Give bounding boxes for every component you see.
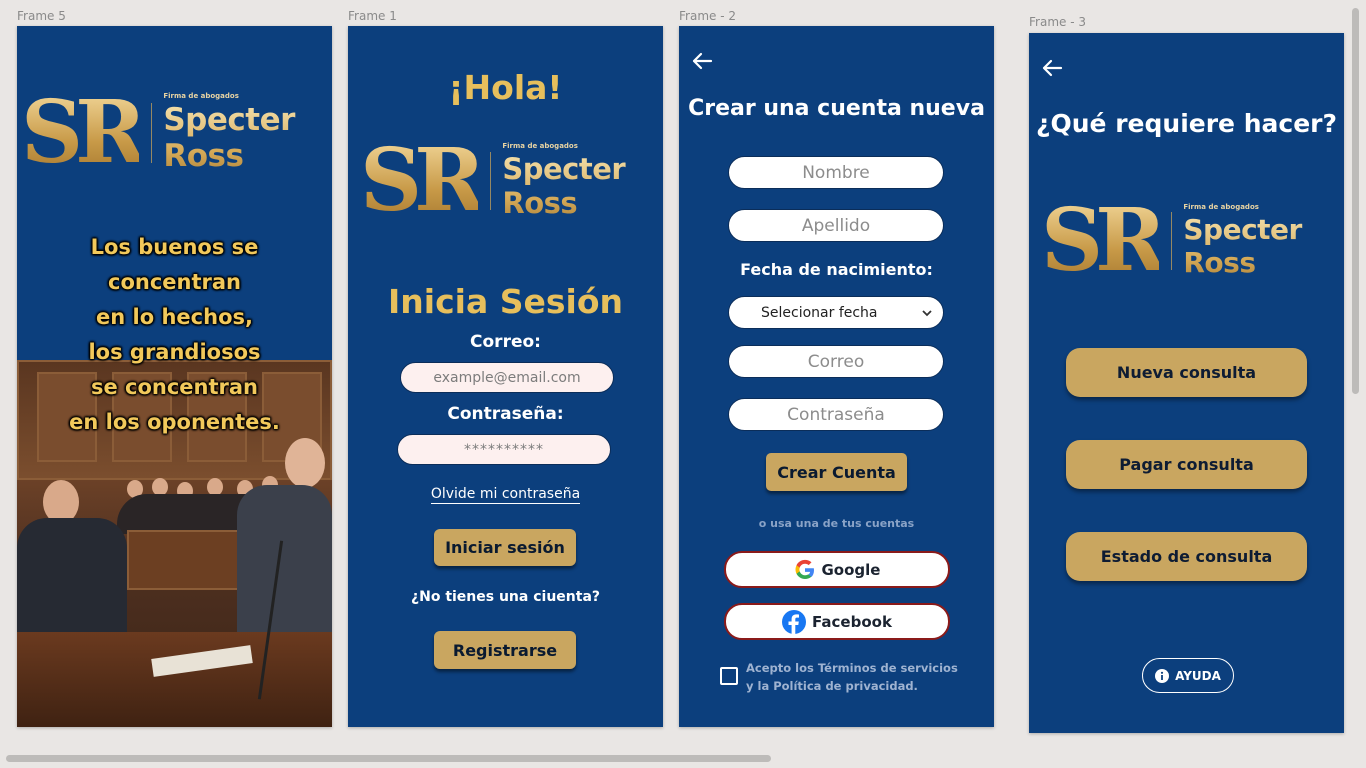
- logo-monogram: SR: [360, 130, 486, 231]
- terms-checkbox[interactable]: [720, 667, 738, 685]
- password-input[interactable]: **********: [397, 434, 611, 465]
- facebook-label: Facebook: [812, 612, 892, 631]
- quote-line-4: los grandiosos: [88, 340, 261, 364]
- back-arrow-icon[interactable]: [691, 50, 713, 72]
- frame-2-register[interactable]: Crear una cuenta nueva Nombre Apellido F…: [679, 26, 994, 727]
- frame-5-splash[interactable]: SR Firma de abogados Specter Ross Los bu…: [17, 26, 332, 727]
- first-name-input[interactable]: Nombre: [728, 156, 944, 189]
- frame-label-1: Frame 1: [348, 9, 397, 23]
- password-label: Contraseña:: [447, 404, 564, 424]
- quote-line-1: Los buenos se: [90, 235, 259, 259]
- quote-line-3: en lo hechos,: [96, 305, 253, 329]
- logo-brand-name: Specter Ross: [163, 102, 332, 174]
- login-button[interactable]: Iniciar sesión: [434, 529, 576, 566]
- google-signin-button[interactable]: Google: [724, 551, 950, 588]
- facebook-icon: [782, 609, 807, 634]
- logo-tagline: Firma de abogados: [163, 92, 239, 100]
- email-label: Correo:: [470, 332, 541, 352]
- facebook-signin-button[interactable]: Facebook: [724, 603, 950, 640]
- frame-label-2: Frame - 2: [679, 9, 736, 23]
- email-input[interactable]: example@email.com: [400, 362, 614, 393]
- register-title: Crear una cuenta nueva: [688, 96, 985, 121]
- chevron-down-icon: [922, 310, 932, 317]
- dob-select[interactable]: Selecionar fecha: [728, 296, 944, 329]
- create-account-button[interactable]: Crear Cuenta: [766, 453, 907, 491]
- brand-logo: SR Firma de abogados Specter Ross: [360, 138, 663, 224]
- greeting-title: ¡Hola!: [448, 68, 563, 107]
- or-use-account-text: o usa una de tus cuentas: [758, 517, 915, 530]
- no-account-text: ¿No tienes una ciuenta?: [410, 589, 601, 605]
- help-button[interactable]: AYUDA: [1142, 658, 1234, 693]
- brand-logo: SR Firma de abogados Specter Ross: [21, 90, 332, 176]
- menu-title: ¿Qué requiere hacer?: [1036, 109, 1337, 138]
- quote-line-2: concentran: [108, 270, 241, 294]
- info-icon: [1155, 668, 1170, 683]
- google-label: Google: [821, 560, 881, 579]
- dob-label: Fecha de nacimiento:: [740, 260, 933, 279]
- password-input[interactable]: Contraseña: [728, 398, 944, 431]
- logo-monogram: SR: [21, 82, 147, 183]
- login-title: Inicia Sesión: [388, 282, 623, 321]
- frame-1-login[interactable]: ¡Hola! SR Firma de abogados Specter Ross…: [348, 26, 663, 727]
- new-consultation-button[interactable]: Nueva consulta: [1066, 348, 1307, 397]
- pay-consultation-button[interactable]: Pagar consulta: [1066, 440, 1307, 489]
- register-button[interactable]: Registrarse: [434, 631, 576, 669]
- logo-tagline: Firma de abogados: [502, 142, 578, 150]
- logo-brand-name: Specter Ross: [502, 152, 663, 220]
- quote-line-5: se concentran: [90, 375, 259, 399]
- logo-tagline: Firma de abogados: [1183, 203, 1259, 211]
- back-arrow-icon[interactable]: [1041, 57, 1063, 79]
- horizontal-scrollbar[interactable]: [6, 755, 771, 762]
- vertical-scrollbar[interactable]: [1352, 8, 1359, 394]
- logo-brand-name: Specter Ross: [1183, 213, 1344, 279]
- brand-logo: SR Firma de abogados Specter Ross: [1041, 198, 1344, 284]
- consultation-status-button[interactable]: Estado de consulta: [1066, 532, 1307, 581]
- email-input[interactable]: Correo: [728, 345, 944, 378]
- terms-text: Acepto los Términos de servicios y la Po…: [746, 661, 958, 693]
- frame-label-3: Frame - 3: [1029, 15, 1086, 29]
- logo-monogram: SR: [1041, 190, 1167, 291]
- help-label: AYUDA: [1175, 668, 1221, 683]
- google-icon: [795, 559, 814, 579]
- frame-label-5: Frame 5: [17, 9, 66, 23]
- last-name-input[interactable]: Apellido: [728, 209, 944, 242]
- quote-line-6: en los oponentes.: [69, 410, 280, 434]
- forgot-password-link[interactable]: Olvide mi contraseña: [348, 486, 663, 504]
- frame-3-menu[interactable]: ¿Qué requiere hacer? SR Firma de abogado…: [1029, 33, 1344, 733]
